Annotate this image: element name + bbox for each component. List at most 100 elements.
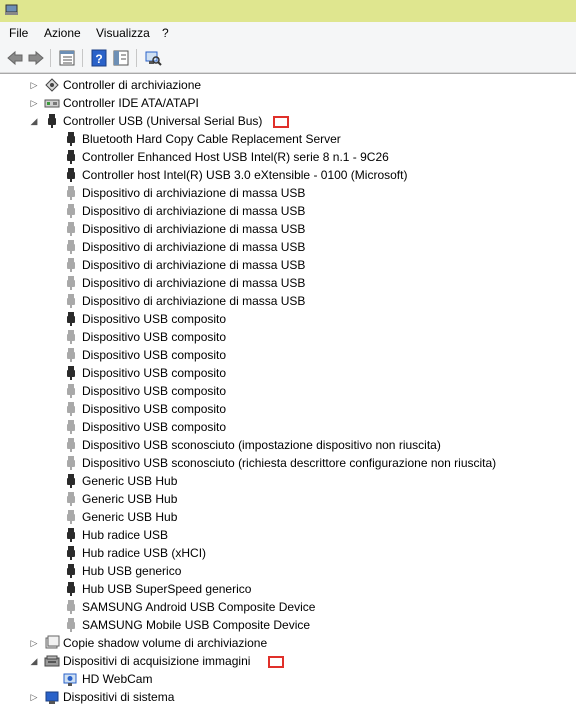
tree-item-label: Dispositivo USB composito xyxy=(82,348,227,362)
usb-plug-icon xyxy=(44,113,60,129)
tree-category[interactable]: ◢ Controller USB (Universal Serial Bus) xyxy=(0,112,576,130)
tree-device-item[interactable]: Dispositivo di archiviazione di massa US… xyxy=(0,184,576,202)
menu-file[interactable]: File xyxy=(9,26,28,40)
tree-item-label: Dispositivo USB composito xyxy=(82,420,227,434)
tree-item-label: Copie shadow volume di archiviazione xyxy=(63,636,268,650)
tree-item-label: Dispositivi di acquisizione immagini xyxy=(63,654,251,668)
usb-plug-icon xyxy=(63,347,79,363)
tree-item-label: Dispositivo USB composito xyxy=(82,366,227,380)
properties-grid-icon[interactable] xyxy=(58,49,76,67)
usb-plug-icon xyxy=(63,437,79,453)
tree-device-item[interactable]: Dispositivo USB composito xyxy=(0,400,576,418)
tree-item-label: Dispositivo di archiviazione di massa US… xyxy=(82,276,306,290)
tree-device-item[interactable]: Hub USB generico xyxy=(0,562,576,580)
tree-device-item[interactable]: Hub USB SuperSpeed generico xyxy=(0,580,576,598)
usb-plug-icon xyxy=(63,599,79,615)
usb-plug-icon xyxy=(63,365,79,381)
tree-device-item[interactable]: Dispositivo USB sconosciuto (impostazion… xyxy=(0,436,576,454)
tree-device-item[interactable]: Dispositivo USB composito xyxy=(0,382,576,400)
tree-device-item[interactable]: Dispositivo di archiviazione di massa US… xyxy=(0,238,576,256)
tree-device-item[interactable]: Dispositivo di archiviazione di massa US… xyxy=(0,256,576,274)
tree-item-label: Dispositivo di archiviazione di massa US… xyxy=(82,240,306,254)
tree-item-label: Generic USB Hub xyxy=(82,510,178,524)
tree-device-item[interactable]: Generic USB Hub xyxy=(0,508,576,526)
usb-plug-icon xyxy=(63,509,79,525)
tree-device-item[interactable]: Dispositivo di archiviazione di massa US… xyxy=(0,220,576,238)
usb-plug-icon xyxy=(63,239,79,255)
tree-category[interactable]: ◢ Dispositivi di acquisizione immagini xyxy=(0,652,576,670)
tree-device-item[interactable]: HD WebCam xyxy=(0,670,576,688)
usb-plug-icon xyxy=(63,473,79,489)
tree-item-label: Controller USB (Universal Serial Bus) xyxy=(63,114,263,128)
usb-plug-icon xyxy=(63,401,79,417)
highlight-marker xyxy=(273,116,289,128)
tree-item-label: Dispositivo USB composito xyxy=(82,402,227,416)
tree-device-item[interactable]: SAMSUNG Android USB Composite Device xyxy=(0,598,576,616)
toolbar: ? xyxy=(0,44,576,73)
tree-category[interactable]: ▷ Dispositivi di sistema xyxy=(0,688,576,704)
tree-device-item[interactable]: Dispositivo USB composito xyxy=(0,364,576,382)
tree-device-item[interactable]: Dispositivo USB composito xyxy=(0,310,576,328)
tree-device-item[interactable]: Generic USB Hub xyxy=(0,472,576,490)
collapse-triangle-icon[interactable]: ◢ xyxy=(28,652,40,670)
menu-bar: File Azione Visualizza ? xyxy=(0,22,576,44)
tree-item-label: Hub radice USB xyxy=(82,528,169,542)
tree-device-item[interactable]: Hub radice USB (xHCI) xyxy=(0,544,576,562)
expand-triangle-icon[interactable]: ▷ xyxy=(28,634,40,652)
tree-device-item[interactable]: Hub radice USB xyxy=(0,526,576,544)
tree-item-label: SAMSUNG Mobile USB Composite Device xyxy=(82,618,311,632)
tree-category[interactable]: ▷ Controller di archiviazione xyxy=(0,76,576,94)
view-panel-icon[interactable] xyxy=(112,49,130,67)
usb-plug-icon xyxy=(63,221,79,237)
tree-device-item[interactable]: Dispositivo USB composito xyxy=(0,346,576,364)
menu-visualizza[interactable]: Visualizza xyxy=(96,26,150,40)
tree-item-label: Dispositivi di sistema xyxy=(63,690,175,704)
usb-plug-icon xyxy=(63,419,79,435)
usb-plug-icon xyxy=(63,527,79,543)
tree-item-label: Dispositivo USB composito xyxy=(82,312,227,326)
tree-item-label: Hub radice USB (xHCI) xyxy=(82,546,207,560)
tree-device-item[interactable]: Bluetooth Hard Copy Cable Replacement Se… xyxy=(0,130,576,148)
back-arrow-icon[interactable] xyxy=(6,49,24,67)
tree-category[interactable]: ▷ Copie shadow volume di archiviazione xyxy=(0,634,576,652)
tree-device-item[interactable]: Dispositivo USB composito xyxy=(0,328,576,346)
tree-device-item[interactable]: Dispositivo USB composito xyxy=(0,418,576,436)
tree-item-label: Bluetooth Hard Copy Cable Replacement Se… xyxy=(82,132,341,146)
forward-arrow-icon[interactable] xyxy=(27,49,45,67)
tree-device-item[interactable]: Dispositivo USB sconosciuto (richiesta d… xyxy=(0,454,576,472)
tree-item-label: Dispositivo USB sconosciuto (richiesta d… xyxy=(82,456,497,470)
system-devices-icon xyxy=(44,689,60,704)
collapse-triangle-icon[interactable]: ◢ xyxy=(28,112,40,130)
tree-item-label: SAMSUNG Android USB Composite Device xyxy=(82,600,316,614)
tree-device-item[interactable]: Dispositivo di archiviazione di massa US… xyxy=(0,292,576,310)
tree-category[interactable]: ▷ Controller IDE ATA/ATAPI xyxy=(0,94,576,112)
usb-plug-icon xyxy=(63,185,79,201)
tree-device-item[interactable]: Controller Enhanced Host USB Intel(R) se… xyxy=(0,148,576,166)
tree-item-label: Dispositivo USB composito xyxy=(82,384,227,398)
tree-device-item[interactable]: Controller host Intel(R) USB 3.0 eXtensi… xyxy=(0,166,576,184)
tree-item-label: Generic USB Hub xyxy=(82,474,178,488)
usb-plug-icon xyxy=(63,203,79,219)
usb-plug-icon xyxy=(63,491,79,507)
tree-item-label: Dispositivo di archiviazione di massa US… xyxy=(82,258,306,272)
tree-device-item[interactable]: SAMSUNG Mobile USB Composite Device xyxy=(0,616,576,634)
tree-device-item[interactable]: Generic USB Hub xyxy=(0,490,576,508)
tree-device-item[interactable]: Dispositivo di archiviazione di massa US… xyxy=(0,274,576,292)
tree-item-label: Dispositivo di archiviazione di massa US… xyxy=(82,204,306,218)
tree-device-item[interactable]: Dispositivo di archiviazione di massa US… xyxy=(0,202,576,220)
highlight-marker xyxy=(268,656,284,668)
menu-azione[interactable]: Azione xyxy=(44,26,81,40)
usb-plug-icon xyxy=(63,257,79,273)
expand-triangle-icon[interactable]: ▷ xyxy=(28,76,40,94)
tree-item-label: Hub USB generico xyxy=(82,564,182,578)
expand-triangle-icon[interactable]: ▷ xyxy=(28,94,40,112)
tree-item-label: Dispositivo di archiviazione di massa US… xyxy=(82,186,306,200)
scan-hardware-icon[interactable] xyxy=(144,49,162,67)
usb-plug-icon xyxy=(63,329,79,345)
shadow-copy-icon xyxy=(44,635,60,651)
expand-triangle-icon[interactable]: ▷ xyxy=(28,688,40,704)
toolbar-separator xyxy=(82,49,83,67)
menu-help[interactable]: ? xyxy=(162,26,169,40)
help-icon[interactable]: ? xyxy=(90,49,108,67)
tree-item-label: HD WebCam xyxy=(82,672,153,686)
